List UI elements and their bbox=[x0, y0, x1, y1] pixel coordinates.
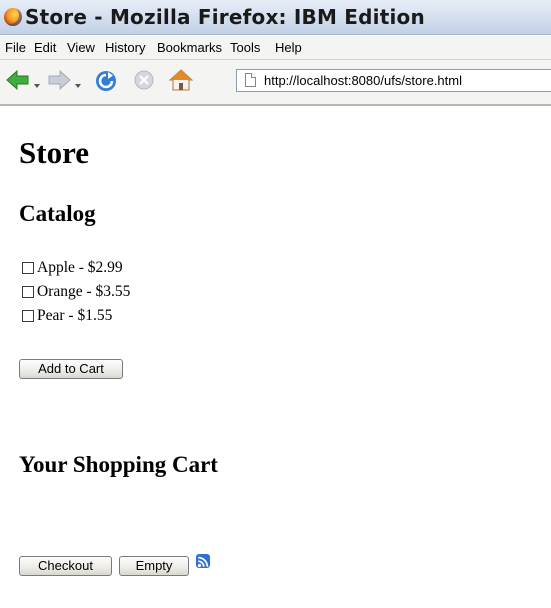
empty-cart-button[interactable]: Empty bbox=[119, 556, 189, 576]
url-text: http://localhost:8080/ufs/store.html bbox=[264, 73, 462, 88]
menu-bar: File Edit View History Bookmarks Tools H… bbox=[0, 36, 551, 60]
browser-window: Store - Mozilla Firefox: IBM Edition Fil… bbox=[0, 0, 551, 608]
menu-tools[interactable]: Tools bbox=[230, 40, 260, 55]
checkout-button[interactable]: Checkout bbox=[19, 556, 112, 576]
navigation-toolbar: http://localhost:8080/ufs/store.html bbox=[0, 60, 551, 106]
add-to-cart-button[interactable]: Add to Cart bbox=[19, 359, 123, 379]
window-title: Store - Mozilla Firefox: IBM Edition bbox=[25, 5, 425, 29]
shopping-cart-heading: Your Shopping Cart bbox=[19, 452, 218, 477]
orange-label: Orange - $3.55 bbox=[37, 283, 131, 300]
orange-checkbox[interactable] bbox=[22, 286, 34, 298]
forward-history-dropdown-icon[interactable] bbox=[75, 84, 81, 88]
back-history-dropdown-icon[interactable] bbox=[34, 84, 40, 88]
reload-icon[interactable] bbox=[94, 69, 118, 93]
firefox-logo-icon bbox=[4, 8, 22, 26]
pear-label: Pear - $1.55 bbox=[37, 307, 113, 324]
rss-feed-icon[interactable] bbox=[196, 554, 210, 568]
stop-icon[interactable] bbox=[134, 70, 154, 90]
menu-history[interactable]: History bbox=[105, 40, 145, 55]
menu-edit[interactable]: Edit bbox=[34, 40, 56, 55]
apple-label: Apple - $2.99 bbox=[37, 259, 123, 276]
catalog-heading: Catalog bbox=[19, 201, 96, 226]
menu-bookmarks[interactable]: Bookmarks bbox=[157, 40, 222, 55]
page-title: Store bbox=[19, 135, 90, 170]
forward-arrow-icon[interactable] bbox=[47, 70, 71, 90]
menu-help[interactable]: Help bbox=[275, 40, 302, 55]
url-bar[interactable]: http://localhost:8080/ufs/store.html bbox=[236, 69, 551, 92]
menu-file[interactable]: File bbox=[5, 40, 26, 55]
page-content: Store Catalog Apple - $2.99 Orange - $3.… bbox=[0, 106, 551, 608]
page-icon bbox=[245, 73, 256, 87]
pear-checkbox[interactable] bbox=[22, 310, 34, 322]
apple-checkbox[interactable] bbox=[22, 262, 34, 274]
back-arrow-icon[interactable] bbox=[6, 70, 30, 90]
menu-view[interactable]: View bbox=[67, 40, 95, 55]
title-bar: Store - Mozilla Firefox: IBM Edition bbox=[0, 0, 551, 35]
home-icon[interactable] bbox=[169, 68, 193, 92]
